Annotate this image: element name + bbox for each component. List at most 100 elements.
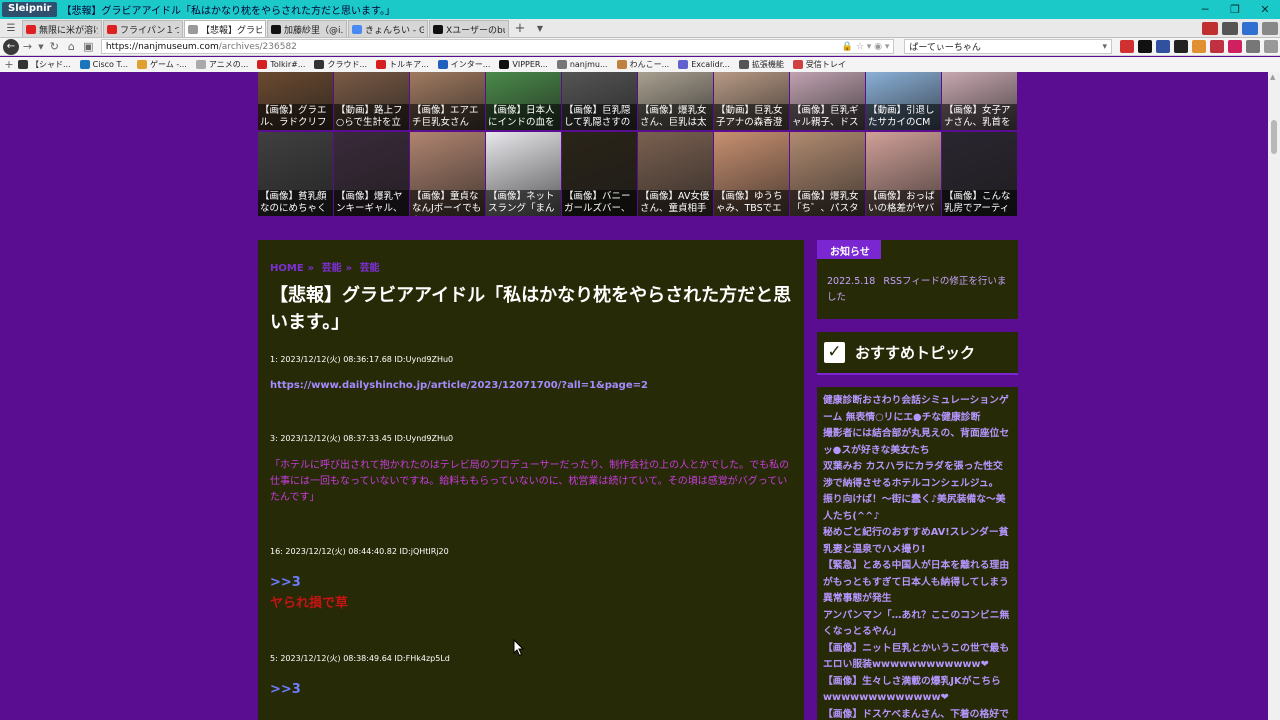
browser-tab[interactable]: 【悲報】グラビア...: [184, 20, 266, 37]
bookmark-item[interactable]: Excalidr...: [678, 59, 730, 70]
source-link[interactable]: https://www.dailyshincho.jp/article/2023…: [270, 380, 648, 391]
topic-link[interactable]: 【画像】生々しさ満載の爆乳JKがこちらwwwwwwwwwwwww❤: [823, 674, 1012, 707]
thumbnail-link[interactable]: 【画像】巨乳ギャル親子、ドス: [790, 72, 865, 130]
breadcrumb-home-link[interactable]: HOME: [270, 263, 304, 274]
thumbnail-link[interactable]: 【画像】爆乳ヤンキーギャル、: [334, 132, 409, 216]
bookmark-item[interactable]: インター...: [437, 59, 490, 70]
back-button[interactable]: ←: [3, 38, 19, 55]
bookmark-item[interactable]: 拡張機能: [738, 59, 784, 70]
new-tab-button[interactable]: +: [510, 21, 530, 36]
thumbnail-link[interactable]: 【画像】AV女優さん、童貞相手: [638, 132, 713, 216]
bookmark-item[interactable]: 【シャド...: [18, 59, 71, 70]
settings-icon[interactable]: [1264, 40, 1278, 53]
home-button[interactable]: ⌂: [63, 39, 80, 55]
tab-list-icon[interactable]: ☰: [0, 23, 22, 34]
bookmark-star-icon[interactable]: 🔒 ☆ ▾ ◉ ▾: [842, 42, 890, 52]
add-bookmark-icon[interactable]: +: [0, 57, 18, 73]
close-window-button[interactable]: ✕: [1250, 3, 1280, 16]
thumbnail-link[interactable]: 【画像】エアエチ巨乳女さん: [410, 72, 485, 130]
extension-icon[interactable]: [1210, 40, 1224, 53]
thumbnail-link[interactable]: 【画像】バニーガールズバー、: [562, 132, 637, 216]
thumbnail-link[interactable]: 【画像】貧乳顔なのにめちゃく: [258, 132, 333, 216]
thumbnail-link[interactable]: 【画像】おっぱいの格差がヤバ: [866, 132, 941, 216]
scroll-up-icon[interactable]: ▲: [1270, 73, 1275, 81]
topic-link[interactable]: アンパンマン「…あれ？ここのコンビニ無くなっとるやん」: [823, 608, 1012, 641]
minimize-button[interactable]: ─: [1190, 3, 1220, 16]
bookmark-item[interactable]: VIPPER...: [499, 59, 548, 70]
history-chevron-icon[interactable]: ▼: [36, 39, 46, 55]
menu-icon[interactable]: [1262, 21, 1278, 35]
thumbnail-link[interactable]: 【動画】巨乳女子アナの森香澄: [714, 72, 789, 130]
thumbnail-link[interactable]: 【画像】こんな乳房でアーティ: [942, 132, 1017, 216]
bookmark-item[interactable]: ゲーム -...: [137, 59, 187, 70]
thumbnail-caption: 【画像】巨乳隠して乳隠さすの: [562, 104, 637, 130]
extension-icon[interactable]: [1228, 40, 1242, 53]
reply-anchor-link[interactable]: >>3: [270, 682, 792, 697]
extension-icon[interactable]: [1174, 40, 1188, 53]
thumbnail-link[interactable]: 【画像】グラエル、ラドクリフ: [258, 72, 333, 130]
tab-menu-chevron-icon[interactable]: ▼: [530, 24, 550, 33]
thumbnail-link[interactable]: 【画像】日本人にインドの血を: [486, 72, 561, 130]
thumbnail-caption: 【画像】おっぱいの格差がヤバ: [866, 190, 941, 216]
page-info-icon[interactable]: ▣: [80, 39, 97, 55]
thumbnail-link[interactable]: 【画像】ゆうちゃみ、TBSでエ: [714, 132, 789, 216]
bookmark-item[interactable]: Cisco T...: [79, 59, 128, 70]
browser-tab[interactable]: 加藤紗里（@i...: [267, 20, 347, 37]
thumbnail-link[interactable]: 【画像】爆乳女さん、巨乳は太: [638, 72, 713, 130]
thumbnail-link[interactable]: 【画像】爆乳女「ち゛、パスタ: [790, 132, 865, 216]
browser-tab[interactable]: きょんちい - Goog...: [348, 20, 428, 37]
extension-icon[interactable]: [1246, 40, 1260, 53]
forward-button[interactable]: →: [19, 39, 36, 55]
thumbnail-link[interactable]: 【動画】路上フ○らで生計を立: [334, 72, 409, 130]
browser-tab[interactable]: フライパン１つで...: [103, 20, 183, 37]
topic-link[interactable]: 健康診断おさわり会話シミュレーションゲーム 無表情○リにエ●チな健康診断: [823, 393, 1012, 426]
tab-favicon-icon: [188, 24, 198, 34]
breadcrumb-category-link[interactable]: 芸能: [322, 263, 342, 274]
bookmark-item[interactable]: 受信トレイ: [792, 59, 846, 70]
app-badge[interactable]: Sleipnir: [2, 2, 58, 17]
topic-link[interactable]: 振り向けば！～街に蠢く♪美尻装備な～美人たち(^^♪: [823, 492, 1012, 525]
post: 16: 2023/12/12(火) 08:44:40.82 ID:jQHtIRj…: [270, 546, 792, 611]
vertical-scrollbar[interactable]: ▲: [1268, 72, 1280, 720]
bookmark-item[interactable]: クラウド...: [314, 59, 367, 70]
thumbnail-link[interactable]: 【画像】女子アナさん、乳首を: [942, 72, 1017, 130]
extension-icon[interactable]: [1156, 40, 1170, 53]
reply-anchor-link[interactable]: >>3: [270, 575, 792, 590]
amazon-icon[interactable]: [1192, 40, 1206, 53]
bookmark-favicon-icon: [314, 60, 325, 69]
topic-link[interactable]: 【画像】ニット巨乳とかいうこの世で最もエロい服装wwwwwwwwwwww❤: [823, 641, 1012, 674]
browser-tab[interactable]: Xユーザーのbunn...: [429, 20, 509, 37]
address-bar[interactable]: https://nanjmuseum.com/archives/236582 🔒…: [100, 39, 895, 54]
scrollbar-thumb[interactable]: [1271, 120, 1277, 154]
search-input[interactable]: ぱーてぃーちゃん ▾: [904, 39, 1112, 54]
thumbnail-link[interactable]: 【画像】童貞ななんJボーイでもキ: [410, 132, 485, 216]
extension-icon[interactable]: [1202, 21, 1218, 35]
bookmark-item[interactable]: トルキア...: [376, 59, 429, 70]
youtube-icon[interactable]: [1120, 40, 1134, 53]
thumbnail-link[interactable]: 【画像】ネットスラング「まん: [486, 132, 561, 216]
bookmark-item[interactable]: nanjmu...: [556, 59, 608, 70]
bookmark-item[interactable]: わんこー...: [616, 59, 669, 70]
thumbnail-link[interactable]: 【画像】巨乳隠して乳隠さすの: [562, 72, 637, 130]
browser-tab[interactable]: 無限に米が溶け...: [22, 20, 102, 37]
topic-link[interactable]: 秘めごと紀行のおすすめAV!スレンダー貧乳妻と温泉でハメ撮り!: [823, 525, 1012, 558]
topic-link[interactable]: 【画像】ドスケベまんさん、下着の格好で散: [823, 707, 1012, 720]
breadcrumb-subcategory-link[interactable]: 芸能: [360, 263, 380, 274]
restore-button[interactable]: ❐: [1220, 3, 1250, 16]
search-engine-chevron-icon[interactable]: ▾: [1102, 42, 1107, 52]
bookmark-item[interactable]: アニメの...: [195, 59, 248, 70]
topic-link[interactable]: 【緊急】とある中国人が日本を離れる理由がもっともすぎて日本人も納得してしまう異常…: [823, 558, 1012, 608]
extension-icon[interactable]: [1242, 21, 1258, 35]
tab-favicon-icon: [433, 24, 443, 34]
bookmark-item[interactable]: Tolkir#...: [257, 59, 305, 70]
reload-button[interactable]: ↻: [46, 39, 63, 55]
extension-icon[interactable]: [1222, 21, 1238, 35]
x-icon[interactable]: [1138, 40, 1152, 53]
thumbnail-caption: 【画像】グラエル、ラドクリフ: [258, 104, 333, 130]
thumbnail-link[interactable]: 【動画】引退したサカイのCM: [866, 72, 941, 130]
topic-link[interactable]: 撮影者には結合部が丸見えの、背面座位セッ●スが好きな美女たち: [823, 426, 1012, 459]
notice-item[interactable]: 2022.5.18 RSSフィードの修正を行いました: [827, 274, 1008, 306]
bookmark-label: トルキア...: [389, 60, 429, 69]
topic-link[interactable]: 双葉みお カスハラにカラダを張った性交渉で納得させるホテルコンシェルジュ。: [823, 459, 1012, 492]
bookmark-favicon-icon: [437, 60, 448, 69]
